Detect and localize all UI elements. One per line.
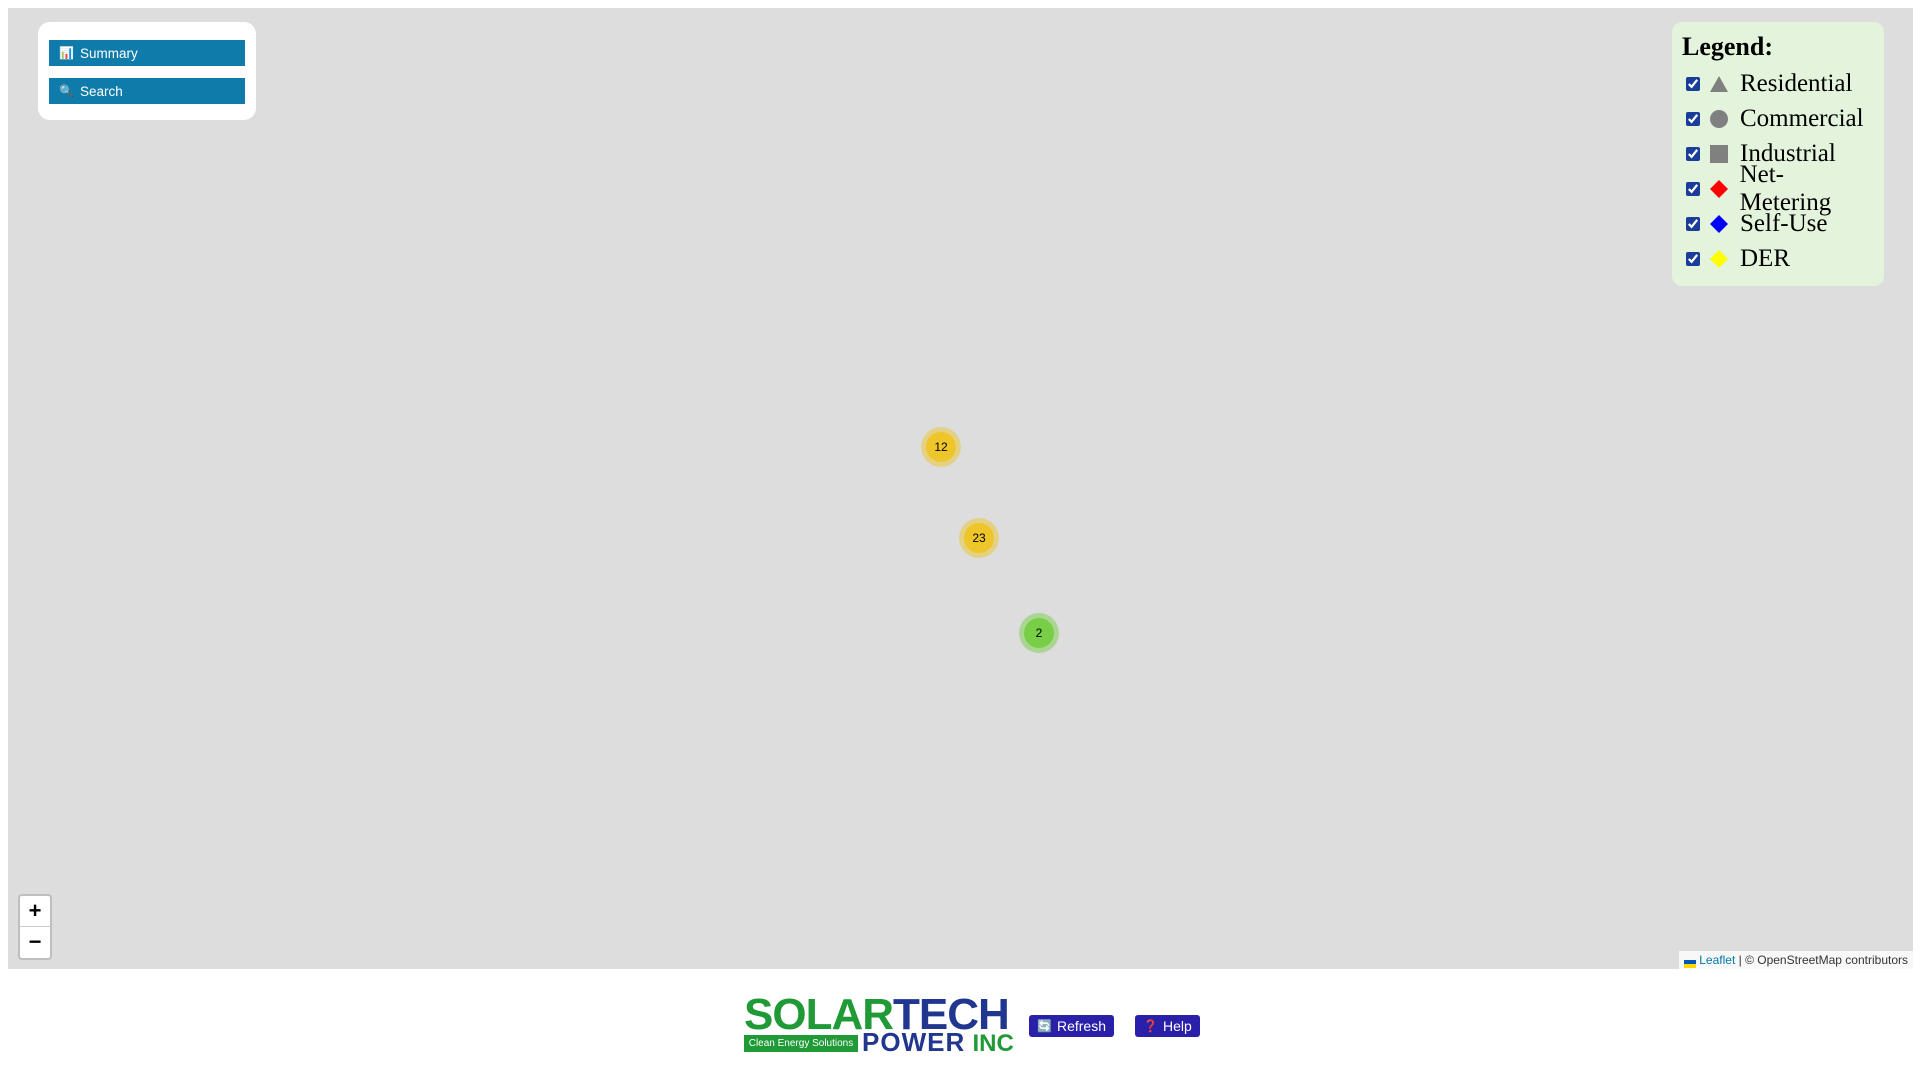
cluster-count: 12 [926,432,956,462]
refresh-icon: 🔄 [1037,1019,1052,1033]
yellow-diamond-icon [1708,248,1730,270]
zoom-out-button[interactable]: − [20,927,50,957]
summary-label: Summary [80,45,138,61]
menu-panel: 📊 Summary 🔍 Search [38,22,256,120]
cluster-count: 2 [1024,618,1054,648]
footer-bar: SOLARTECH Clean Energy Solutions POWER I… [0,969,1920,1080]
legend-label: Self-Use [1740,209,1828,237]
zoom-in-button[interactable]: + [20,896,50,927]
legend-title: Legend: [1682,32,1773,61]
ukraine-flag-icon [1684,957,1697,968]
leaflet-link[interactable]: Leaflet [1699,953,1735,967]
legend-item-commercial[interactable]: Commercial [1682,101,1874,136]
circle-icon [1708,108,1730,130]
marker-cluster[interactable]: 2 [1019,613,1059,653]
legend-item-residential[interactable]: Residential [1682,66,1874,101]
blue-diamond-icon [1708,213,1730,235]
legend-label: Residential [1740,69,1853,97]
legend-item-der[interactable]: DER [1682,241,1874,276]
marker-cluster[interactable]: 23 [959,518,999,558]
search-button[interactable]: 🔍 Search [49,78,245,104]
logo-inc: INC [972,1030,1014,1057]
map-attribution: Leaflet | © OpenStreetMap contributors [1679,951,1913,969]
solartech-logo: SOLARTECH Clean Energy Solutions POWER I… [744,993,1020,1057]
zoom-control: + − [18,894,52,960]
search-icon: 🔍 [59,84,74,98]
square-icon [1708,143,1730,165]
legend-panel: Legend: Residential Commercial Industria… [1672,22,1884,286]
osm-attribution: © OpenStreetMap contributors [1745,953,1908,967]
commercial-checkbox[interactable] [1686,111,1700,126]
self-use-checkbox[interactable] [1686,216,1700,231]
legend-label: Net-Metering [1739,160,1832,216]
red-diamond-icon [1708,178,1730,200]
triangle-icon [1708,73,1730,95]
help-button[interactable]: ❓ Help [1135,1015,1200,1037]
bar-chart-icon: 📊 [59,46,74,60]
industrial-checkbox[interactable] [1686,146,1700,161]
attribution-separator: | [1735,953,1746,967]
search-label: Search [80,83,123,99]
cluster-count: 23 [964,523,994,553]
marker-cluster[interactable]: 12 [921,427,961,467]
der-checkbox[interactable] [1686,251,1700,266]
map-container[interactable]: 📊 Summary 🔍 Search Legend: Residential C… [8,8,1913,969]
logo-tagline: Clean Energy Solutions [744,1035,858,1052]
legend-label: Commercial [1740,104,1864,132]
question-mark-icon: ❓ [1143,1019,1158,1033]
summary-button[interactable]: 📊 Summary [49,40,245,66]
residential-checkbox[interactable] [1686,76,1700,91]
legend-label: DER [1740,244,1790,272]
help-label: Help [1162,1018,1192,1034]
legend-item-net-metering[interactable]: Net-Metering [1682,161,1874,216]
refresh-button[interactable]: 🔄 Refresh [1029,1015,1114,1037]
refresh-label: Refresh [1056,1018,1106,1034]
logo-power: POWER [862,1027,966,1057]
logo-subline: POWER INC [862,1029,1014,1057]
net-metering-checkbox[interactable] [1686,181,1700,196]
